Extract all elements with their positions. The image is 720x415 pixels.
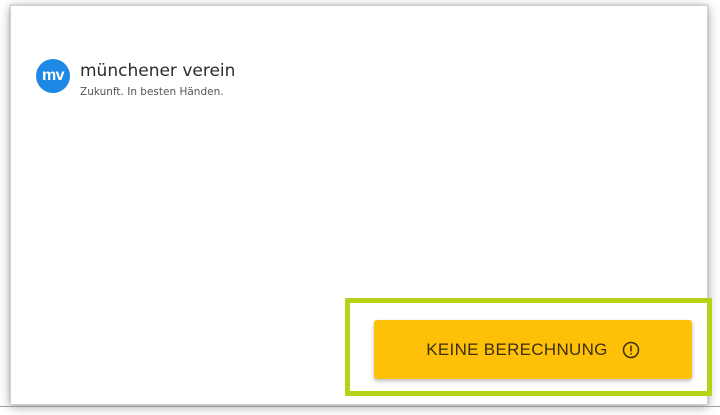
logo-wordmark: münchener verein Zukunft. In besten Händ… <box>80 59 235 99</box>
alert-circle-icon <box>622 341 639 358</box>
brand-tagline: Zukunft. In besten Händen. <box>80 86 224 98</box>
logo-mark: mv <box>36 59 70 93</box>
brand-name: münchener verein <box>80 61 236 81</box>
keine-berechnung-button[interactable]: KEINE BERECHNUNG <box>374 320 692 379</box>
bottom-divider <box>0 406 720 407</box>
button-label: KEINE BERECHNUNG <box>426 339 608 359</box>
brand-logo: mv münchener verein Zukunft. In besten H… <box>36 59 235 99</box>
page: mv münchener verein Zukunft. In besten H… <box>0 0 720 415</box>
